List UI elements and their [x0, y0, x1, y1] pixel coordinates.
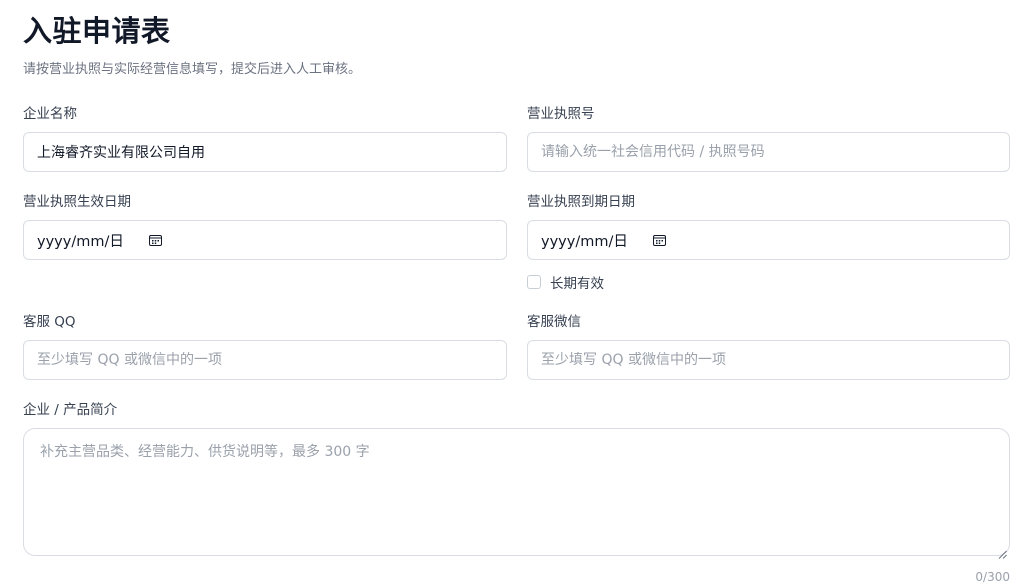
long-term-checkbox[interactable]	[527, 275, 541, 289]
calendar-icon[interactable]	[653, 234, 666, 246]
license-start-label: 营业执照生效日期	[23, 194, 131, 210]
long-term-label: 长期有效	[550, 276, 604, 292]
calendar-icon[interactable]	[149, 234, 162, 246]
license-no-input[interactable]	[541, 144, 996, 160]
application-form-page: 入驻申请表 请按营业执照与实际经营信息填写，提交后进入人工审核。 企业名称 营业…	[0, 0, 1026, 588]
intro-textarea[interactable]	[40, 441, 993, 543]
license-start-date-text: yyyy/mm/日	[37, 233, 124, 250]
resize-handle-icon[interactable]	[998, 544, 1007, 559]
license-start-date-input[interactable]: yyyy/mm/日	[23, 220, 507, 260]
service-wechat-input[interactable]	[541, 352, 996, 368]
company-name-field[interactable]	[23, 132, 507, 172]
page-subtitle: 请按营业执照与实际经营信息填写，提交后进入人工审核。	[23, 62, 362, 77]
company-name-input[interactable]	[37, 144, 493, 160]
license-no-label: 营业执照号	[527, 106, 595, 122]
service-wechat-field[interactable]	[527, 340, 1010, 380]
service-wechat-label: 客服微信	[527, 314, 581, 330]
license-end-date-text: yyyy/mm/日	[541, 233, 628, 250]
license-end-label: 营业执照到期日期	[527, 194, 635, 210]
service-qq-input[interactable]	[37, 352, 493, 368]
intro-textarea-field[interactable]	[23, 428, 1010, 559]
license-end-date-input[interactable]: yyyy/mm/日	[527, 220, 1010, 260]
long-term-option[interactable]: 长期有效	[527, 272, 604, 292]
service-qq-field[interactable]	[23, 340, 507, 380]
intro-char-counter: 0/300	[975, 570, 1010, 584]
page-title: 入驻申请表	[23, 14, 171, 48]
company-name-label: 企业名称	[23, 106, 77, 122]
intro-label: 企业 / 产品简介	[23, 402, 118, 418]
service-qq-label: 客服 QQ	[23, 314, 76, 330]
license-no-field[interactable]	[527, 132, 1010, 172]
